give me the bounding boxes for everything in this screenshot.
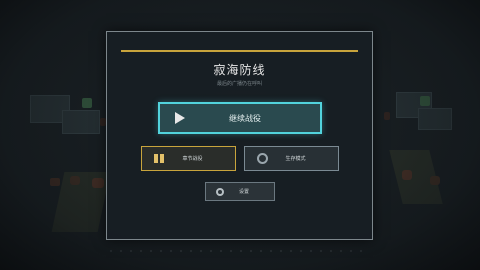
survival-mode-button[interactable]: 生存模式 bbox=[244, 146, 339, 171]
settings-button[interactable]: 设置 bbox=[205, 182, 275, 201]
game-subtitle: 最后的广播仍在呼叫 bbox=[216, 81, 262, 87]
chapter-campaign-label: 章节战役 bbox=[182, 156, 203, 162]
game-title: 寂海防线 bbox=[213, 63, 266, 77]
main-menu-panel: 寂海防线 最后的广播仍在呼叫 继续战役 章节战役 生存模式 设置 bbox=[106, 31, 373, 240]
chapter-campaign-button[interactable]: 章节战役 bbox=[141, 146, 236, 171]
settings-label: 设置 bbox=[238, 189, 249, 195]
title-divider bbox=[121, 50, 358, 52]
continue-campaign-button[interactable]: 继续战役 bbox=[158, 102, 322, 134]
survival-mode-label: 生存模式 bbox=[285, 156, 306, 162]
continue-campaign-label: 继续战役 bbox=[229, 113, 261, 123]
